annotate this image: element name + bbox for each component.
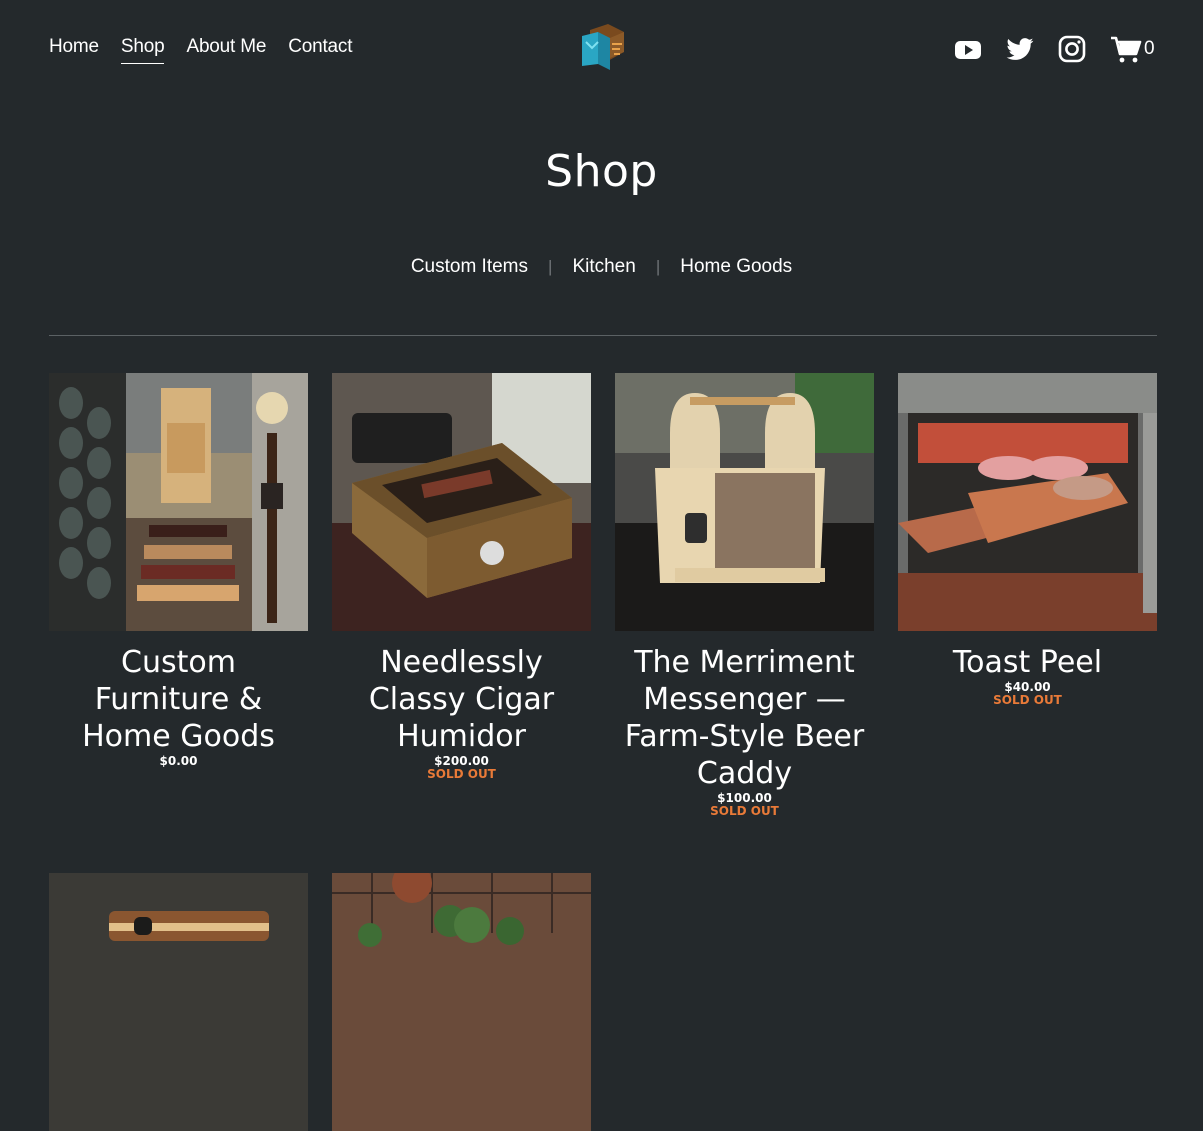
main-nav: Home Shop About Me Contact (49, 36, 352, 64)
cart-button[interactable]: 0 (1110, 34, 1155, 64)
sold-out-badge: SOLD OUT (993, 693, 1062, 707)
product-image[interactable] (49, 373, 308, 631)
sold-out-badge: SOLD OUT (427, 767, 496, 781)
product-card[interactable] (49, 873, 308, 1131)
category-filter: Custom Items | Kitchen | Home Goods (0, 256, 1203, 278)
product-price: $40.00 (1004, 680, 1051, 694)
twitter-icon[interactable] (1004, 33, 1036, 65)
product-price: $100.00 (717, 791, 772, 805)
product-card[interactable]: Needlessly Classy Cigar Humidor $200.00 … (332, 373, 591, 781)
category-kitchen[interactable]: Kitchen (572, 256, 635, 278)
product-image[interactable] (898, 373, 1157, 631)
product-card[interactable]: Toast Peel $40.00 SOLD OUT (898, 373, 1157, 707)
category-home-goods[interactable]: Home Goods (680, 256, 792, 278)
product-name[interactable]: Needlessly Classy Cigar Humidor (332, 644, 591, 755)
cart-count: 0 (1144, 38, 1155, 59)
sold-out-badge: SOLD OUT (710, 804, 779, 818)
instagram-icon[interactable] (1056, 33, 1088, 65)
social-links: 0 (952, 33, 1155, 65)
product-card[interactable]: The Merriment Messenger — Farm-Style Bee… (615, 373, 874, 818)
site-logo[interactable] (580, 22, 630, 74)
product-name[interactable]: The Merriment Messenger — Farm-Style Bee… (615, 644, 874, 792)
nav-about-me[interactable]: About Me (186, 36, 266, 64)
category-separator: | (548, 257, 553, 276)
product-price: $200.00 (434, 754, 489, 768)
product-price: $0.00 (159, 754, 198, 768)
product-image[interactable] (49, 873, 308, 1131)
product-name[interactable]: Custom Furniture & Home Goods (49, 644, 308, 755)
page-title: Shop (545, 146, 658, 197)
product-image[interactable] (332, 373, 591, 631)
product-card[interactable] (332, 873, 591, 1131)
youtube-icon[interactable] (952, 33, 984, 65)
nav-shop[interactable]: Shop (120, 36, 165, 64)
product-name[interactable]: Toast Peel (898, 644, 1157, 681)
product-card[interactable]: Custom Furniture & Home Goods $0.00 (49, 373, 308, 768)
category-separator: | (655, 257, 661, 276)
nav-contact[interactable]: Contact (288, 36, 352, 64)
product-image[interactable] (615, 373, 874, 631)
cart-icon (1111, 36, 1142, 63)
nav-home[interactable]: Home (49, 36, 99, 64)
divider (49, 335, 1157, 336)
category-custom-items[interactable]: Custom Items (411, 256, 528, 278)
product-image[interactable] (332, 873, 591, 1131)
